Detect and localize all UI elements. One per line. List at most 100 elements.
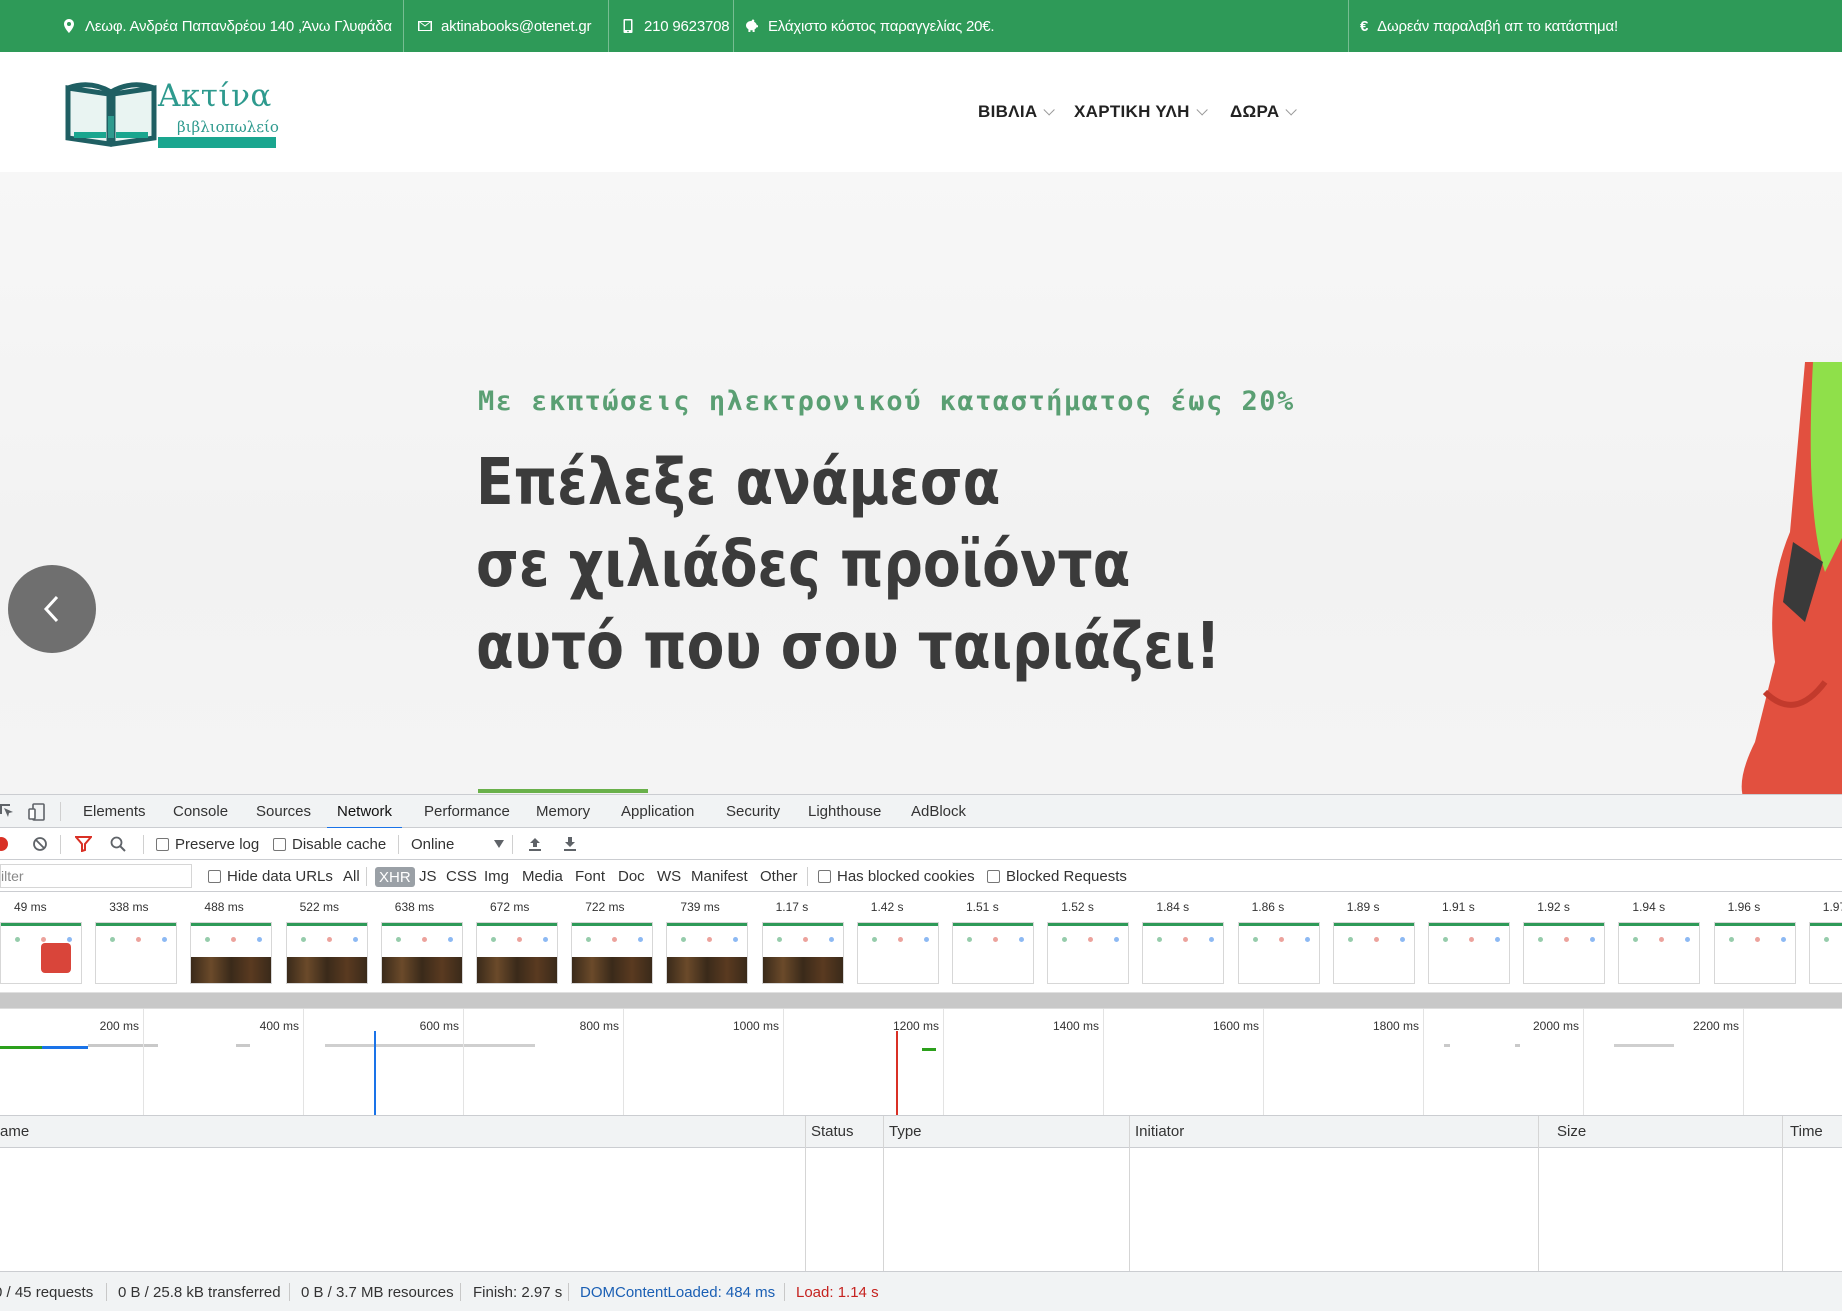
filmstrip-frame[interactable] <box>1713 922 1796 984</box>
filmstrip-frame[interactable] <box>1142 922 1225 984</box>
filmstrip-frame[interactable] <box>856 922 939 984</box>
timeline-gridline <box>1103 1009 1104 1115</box>
nav-item-books[interactable]: ΒΙΒΛΙΑ <box>978 102 1056 122</box>
record-button[interactable] <box>0 828 8 860</box>
throttling-select[interactable]: Online <box>411 828 505 860</box>
column-divider[interactable] <box>1538 1116 1539 1272</box>
filmstrip-frame[interactable] <box>1047 922 1130 984</box>
tab-network[interactable]: Network <box>326 795 403 829</box>
filter-type-ws[interactable]: WS <box>657 860 681 892</box>
inspect-element-icon[interactable] <box>0 804 16 820</box>
tab-security[interactable]: Security <box>726 795 780 828</box>
filmstrip-frame[interactable] <box>285 922 368 984</box>
checkbox[interactable] <box>208 869 221 883</box>
checkbox[interactable] <box>818 869 831 883</box>
filter-type-font[interactable]: Font <box>575 860 605 892</box>
filter-type-other[interactable]: Other <box>760 860 798 892</box>
tab-lighthouse[interactable]: Lighthouse <box>808 795 881 828</box>
checkbox[interactable] <box>987 869 1000 883</box>
tab-memory[interactable]: Memory <box>536 795 590 828</box>
blocked-requests-checkbox[interactable]: Blocked Requests <box>987 860 1127 892</box>
filter-input[interactable]: ilter <box>0 864 192 888</box>
column-divider[interactable] <box>1129 1116 1130 1272</box>
open-book-icon <box>65 82 157 147</box>
export-har-button[interactable] <box>562 828 578 860</box>
blocked-requests-label: Blocked Requests <box>1006 867 1127 885</box>
column-divider[interactable] <box>1782 1116 1783 1272</box>
clear-button[interactable] <box>32 828 48 860</box>
filter-type-css[interactable]: CSS <box>446 860 477 892</box>
phone-link[interactable]: 210 9623708 <box>644 18 730 35</box>
preserve-log-checkbox[interactable]: Preserve log <box>156 828 259 860</box>
column-divider[interactable] <box>883 1116 884 1272</box>
tab-performance[interactable]: Performance <box>424 795 510 828</box>
disable-cache-label: Disable cache <box>292 835 387 853</box>
tab-application[interactable]: Application <box>621 795 694 828</box>
load-marker <box>896 1031 898 1115</box>
filmstrip-frame[interactable] <box>666 922 749 984</box>
checkbox[interactable] <box>156 837 169 851</box>
timeline-gridline <box>143 1009 144 1115</box>
tab-console[interactable]: Console <box>173 795 228 828</box>
filmstrip-frame[interactable] <box>1332 922 1415 984</box>
filter-type-media[interactable]: Media <box>522 860 563 892</box>
filmstrip-time-label: 1.92 s <box>1537 900 1570 914</box>
filmstrip-frame[interactable] <box>1523 922 1606 984</box>
chevron-down-icon <box>1043 104 1056 116</box>
record-icon <box>0 837 8 851</box>
nav-item-stationery[interactable]: ΧΑΡΤΙΚΗ ΥΛΗ <box>1074 102 1208 122</box>
hero-title-line: σε χιλιάδες προϊόντα <box>476 528 1131 602</box>
filmstrip-frame[interactable] <box>1618 922 1701 984</box>
divider <box>568 1283 569 1301</box>
column-header-status[interactable]: Status <box>806 1116 883 1148</box>
column-header-initiator[interactable]: Initiator <box>1130 1116 1538 1148</box>
filmstrip-frame[interactable] <box>571 922 654 984</box>
filmstrip-time-label: 739 ms <box>680 900 720 914</box>
tab-sources[interactable]: Sources <box>256 795 311 828</box>
filmstrip-frame[interactable] <box>1428 922 1510 984</box>
filter-type-doc[interactable]: Doc <box>618 860 645 892</box>
filter-type-img[interactable]: Img <box>484 860 509 892</box>
filmstrip-frame[interactable] <box>952 922 1034 984</box>
column-header-type[interactable]: Type <box>884 1116 1129 1148</box>
device-toolbar-icon[interactable] <box>28 803 46 821</box>
timeline-tick-label: 1800 ms <box>1372 1019 1419 1033</box>
email-info[interactable]: aktinabooks@otenet.gr <box>418 0 591 52</box>
filmstrip-time-label: 1.97 <box>1822 900 1842 914</box>
filmstrip-frame[interactable] <box>380 922 463 984</box>
filmstrip-frame[interactable] <box>761 922 844 984</box>
column-header-name[interactable]: ame <box>0 1116 805 1148</box>
filmstrip-frame[interactable] <box>1808 922 1842 984</box>
phone-info[interactable]: 210 9623708 <box>621 0 730 52</box>
tab-elements[interactable]: Elements <box>83 795 146 828</box>
filter-toggle-button[interactable] <box>75 828 92 860</box>
hide-data-urls-checkbox[interactable]: Hide data URLs <box>208 860 333 892</box>
filter-type-manifest[interactable]: Manifest <box>691 860 748 892</box>
tab-adblock[interactable]: AdBlock <box>911 795 966 828</box>
search-button[interactable] <box>110 828 126 860</box>
site-logo[interactable]: Ακτίνα βιβλιοπωλείο <box>64 78 286 148</box>
filter-type-xhr[interactable]: XHR <box>375 867 415 887</box>
filmstrip-time-label: 522 ms <box>299 900 339 914</box>
slider-prev-button[interactable] <box>8 565 96 653</box>
filmstrip-frame[interactable] <box>0 922 82 984</box>
filmstrip-frame[interactable] <box>476 922 558 984</box>
logo-subtitle: βιβλιοπωλείο <box>177 118 279 136</box>
filmstrip-frame[interactable] <box>95 922 178 984</box>
disable-cache-checkbox[interactable]: Disable cache <box>273 828 386 860</box>
filmstrip-frame[interactable] <box>1237 922 1320 984</box>
column-label: Time <box>1790 1123 1823 1140</box>
filter-type-all[interactable]: All <box>343 860 360 892</box>
filmstrip-frame[interactable] <box>190 922 273 984</box>
timeline-bar <box>1515 1044 1520 1047</box>
import-har-button[interactable] <box>527 828 543 860</box>
nav-item-gifts[interactable]: ΔΩΡΑ <box>1230 102 1298 122</box>
email-link[interactable]: aktinabooks@otenet.gr <box>441 18 591 35</box>
filter-type-js[interactable]: JS <box>419 860 437 892</box>
column-divider[interactable] <box>805 1116 806 1272</box>
column-header-size[interactable]: Size <box>1539 1116 1782 1148</box>
column-header-time[interactable]: Time <box>1783 1116 1842 1148</box>
has-blocked-cookies-checkbox[interactable]: Has blocked cookies <box>818 860 975 892</box>
checkbox[interactable] <box>273 837 286 851</box>
filmstrip-scrollbar[interactable] <box>0 992 1842 1008</box>
